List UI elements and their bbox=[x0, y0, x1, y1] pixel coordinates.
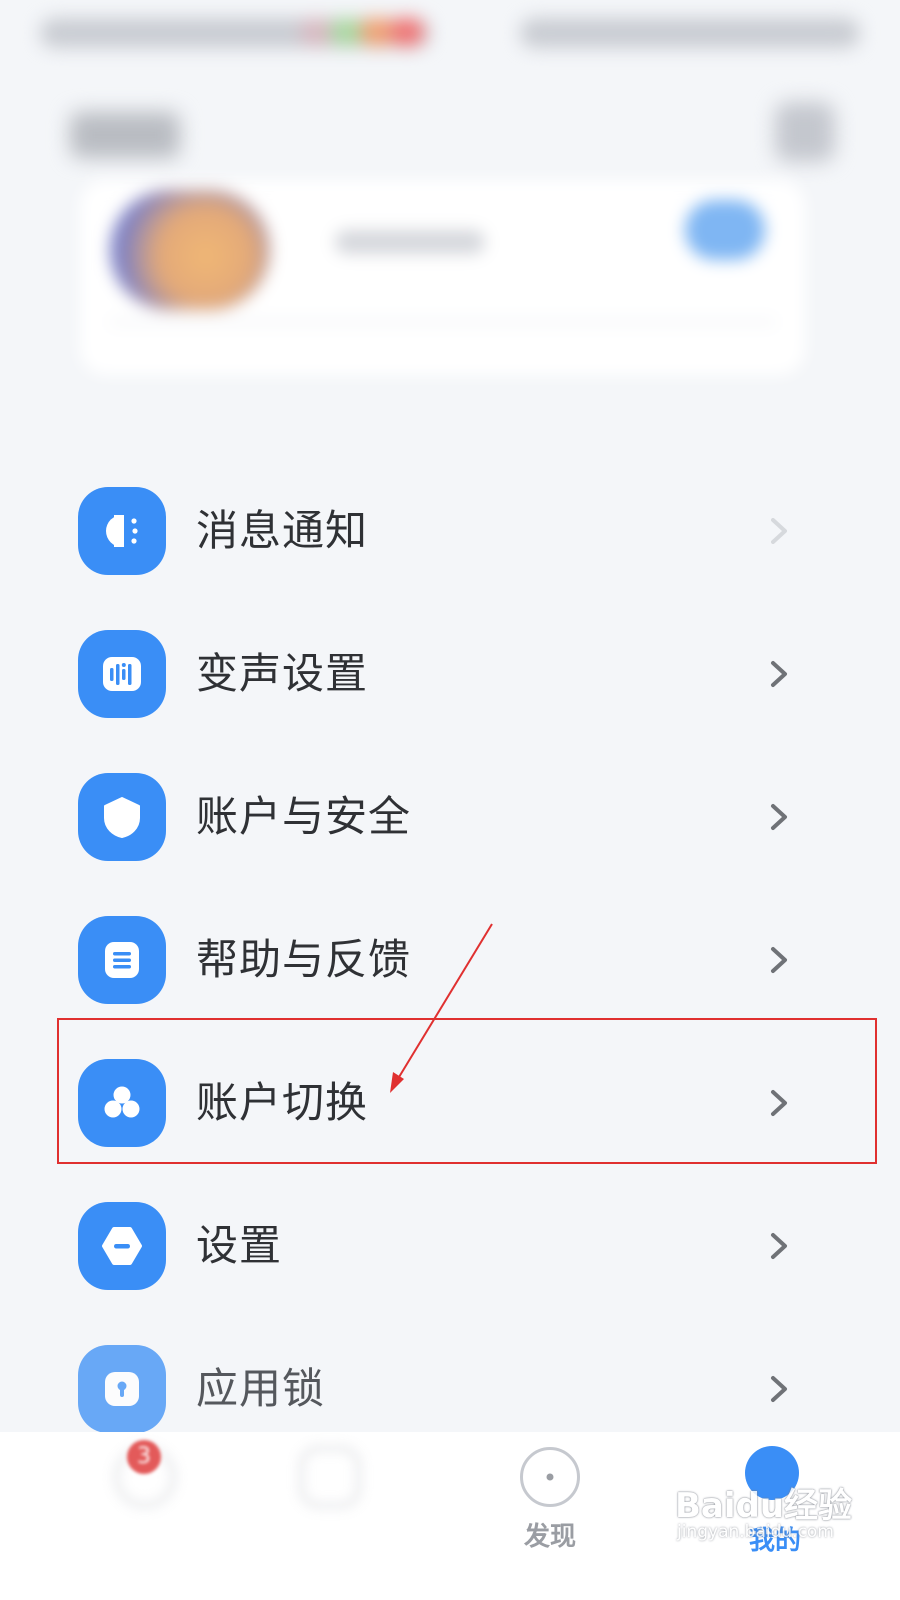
menu-item-label: 消息通知 bbox=[196, 506, 369, 555]
settings-icon bbox=[78, 1202, 166, 1290]
status-bar bbox=[0, 0, 900, 70]
document-icon bbox=[78, 916, 166, 1004]
lock-icon bbox=[78, 1345, 166, 1433]
menu-item-help-feedback[interactable]: 帮助与反馈 bbox=[0, 889, 900, 1032]
watermark-text: Baidu经验 bbox=[675, 1486, 853, 1526]
header-action-button[interactable] bbox=[775, 102, 835, 162]
highlight-box bbox=[57, 1018, 877, 1164]
chevron-right-icon bbox=[771, 804, 787, 830]
menu-item-settings[interactable]: 设置 bbox=[0, 1175, 900, 1318]
unread-badge: 3 bbox=[127, 1440, 161, 1474]
chevron-right-icon bbox=[771, 518, 787, 544]
watermark-url: jingyan.baidu.com bbox=[677, 1522, 834, 1542]
chevron-right-icon bbox=[771, 1376, 787, 1402]
menu-item-label: 账户与安全 bbox=[196, 792, 412, 841]
chevron-right-icon bbox=[771, 947, 787, 973]
profile-action-button[interactable] bbox=[685, 200, 765, 260]
nav-item-discover[interactable]: 发现 bbox=[440, 1432, 660, 1600]
chevron-right-icon bbox=[771, 1233, 787, 1259]
nav-item-contacts[interactable] bbox=[220, 1432, 440, 1600]
shield-icon bbox=[78, 773, 166, 861]
compass-icon bbox=[520, 1447, 580, 1507]
voice-changer-icon bbox=[78, 630, 166, 718]
menu-item-label: 设置 bbox=[196, 1221, 283, 1270]
divider bbox=[110, 320, 775, 324]
profile-card[interactable] bbox=[80, 180, 805, 375]
page-title bbox=[70, 112, 180, 158]
list-icon bbox=[300, 1447, 360, 1507]
menu-item-notifications[interactable]: 消息通知 bbox=[0, 460, 900, 603]
avatar[interactable] bbox=[110, 190, 270, 310]
nav-label-discover: 发现 bbox=[523, 1522, 576, 1552]
settings-page: 消息通知 变声设置 账户与安全 帮助与反馈 账户切换 设置 应用锁 发现 3 我… bbox=[0, 0, 900, 1600]
profile-name bbox=[335, 230, 485, 254]
baidu-watermark: Baidu经验 jingyan.baidu.com bbox=[675, 1478, 875, 1558]
menu-item-account-security[interactable]: 账户与安全 bbox=[0, 746, 900, 889]
menu-item-label: 变声设置 bbox=[196, 649, 369, 698]
notification-icon bbox=[78, 487, 166, 575]
menu-item-label: 帮助与反馈 bbox=[196, 935, 412, 984]
page-header bbox=[0, 90, 900, 180]
menu-item-label: 应用锁 bbox=[196, 1364, 326, 1413]
menu-item-voice-changer[interactable]: 变声设置 bbox=[0, 603, 900, 746]
chevron-right-icon bbox=[771, 661, 787, 687]
